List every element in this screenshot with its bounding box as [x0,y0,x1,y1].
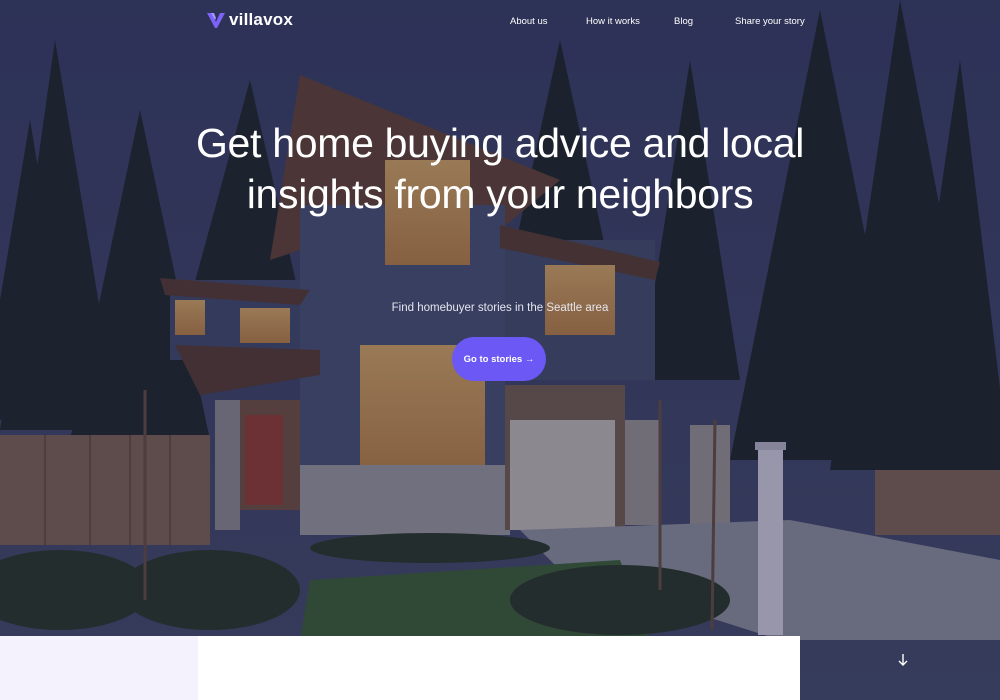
go-to-stories-button[interactable]: Go to stories → [452,337,546,381]
nav-link-blog[interactable]: Blog [674,16,693,27]
nav-links: About us How it works Blog Share your st… [0,16,1000,30]
nav-link-about-us[interactable]: About us [510,16,548,27]
bottom-panel-left [0,636,198,700]
top-navigation: villavox About us How it works Blog Shar… [0,0,1000,44]
hero-headline-line-2: insights from your neighbors [246,171,754,217]
nav-link-how-it-works[interactable]: How it works [586,16,640,27]
nav-link-share-your-story[interactable]: Share your story [735,16,805,27]
hero-headline: Get home buying advice and local insight… [150,118,850,220]
arrow-down-icon[interactable] [895,652,911,668]
hero-subtitle: Find homebuyer stories in the Seattle ar… [391,302,609,314]
hero-headline-line-1: Get home buying advice and local [195,120,805,166]
bottom-content-card [198,636,800,700]
